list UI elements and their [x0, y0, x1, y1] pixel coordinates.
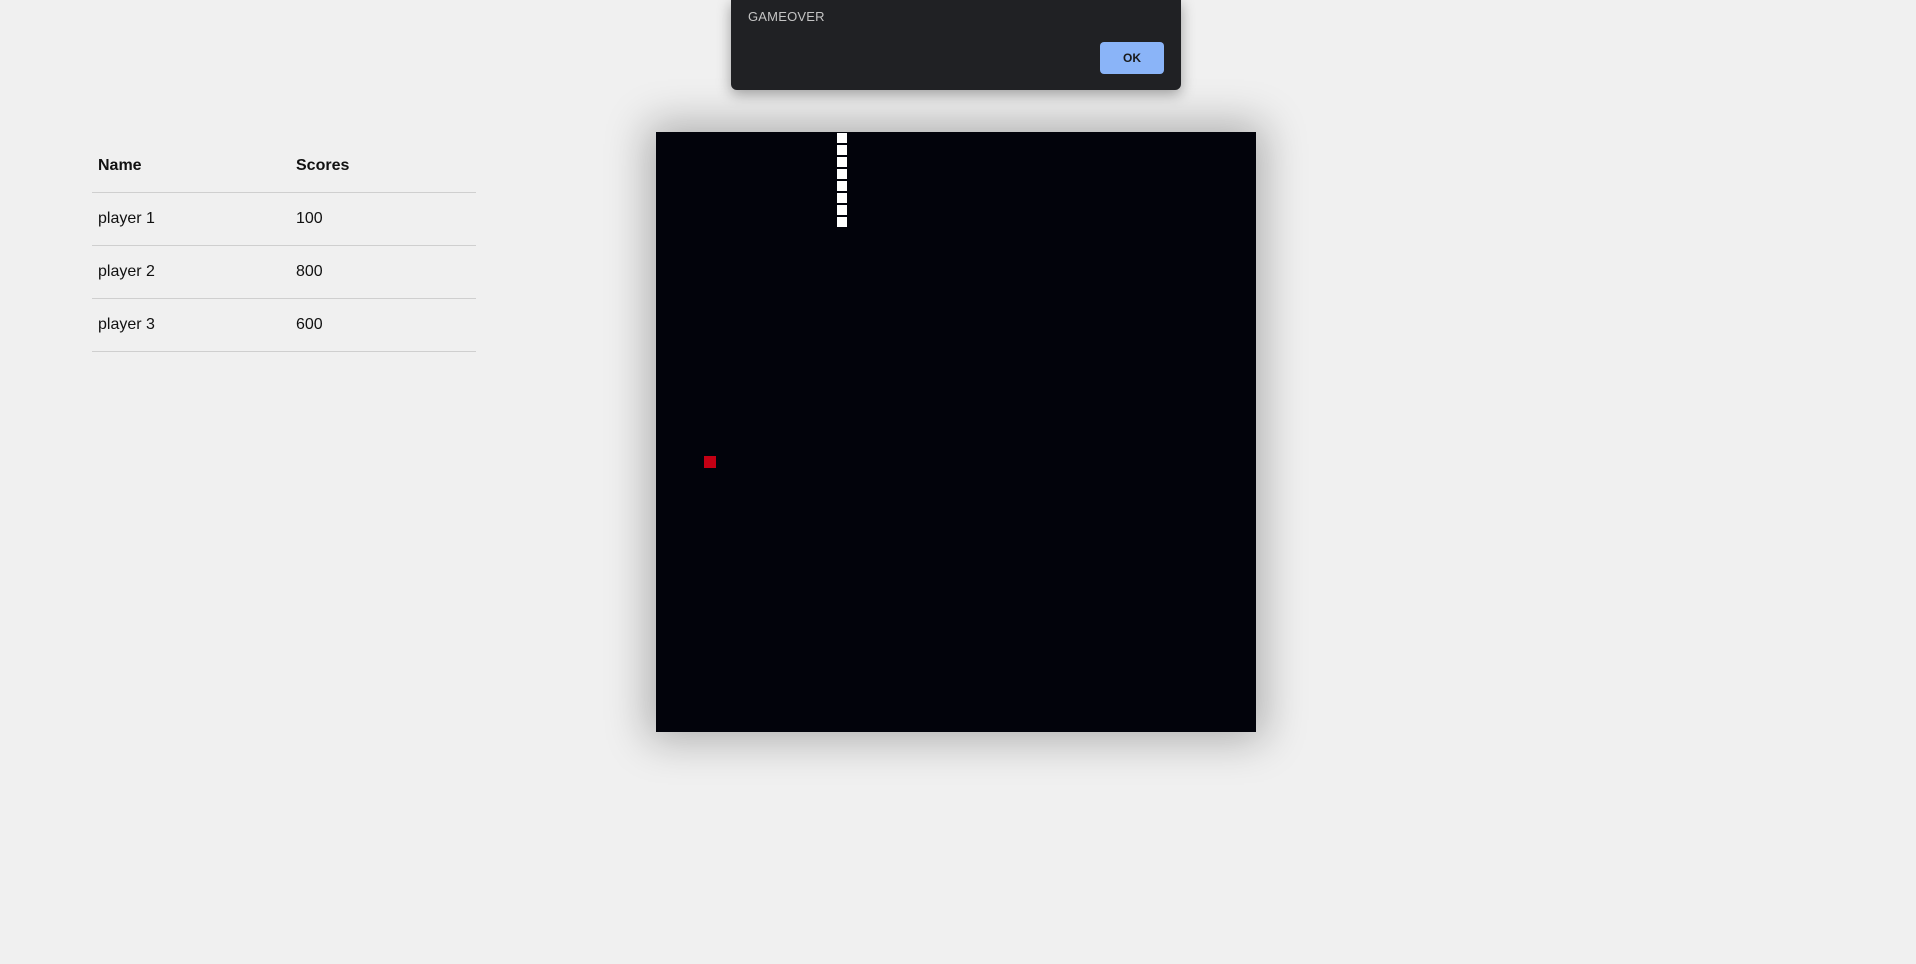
snake-segment — [837, 193, 847, 203]
player-score-cell: 100 — [290, 192, 476, 246]
scores-table: Name Scores player 1 100 player 2 800 pl… — [92, 140, 476, 352]
alert-dialog: GAMEOVER OK — [731, 0, 1181, 90]
game-board[interactable] — [656, 132, 1256, 732]
snake-head — [837, 133, 847, 143]
game-canvas[interactable] — [656, 132, 1256, 732]
snake-segment — [837, 145, 847, 155]
table-header-row: Name Scores — [92, 140, 476, 193]
table-row: player 1 100 — [92, 192, 476, 246]
player-score-cell: 600 — [290, 298, 476, 352]
player-name-cell: player 1 — [92, 192, 290, 246]
snake-segment — [837, 205, 847, 215]
ok-button[interactable]: OK — [1100, 42, 1164, 74]
snake-segment — [837, 169, 847, 179]
snake-segment — [837, 217, 847, 227]
player-name-cell: player 3 — [92, 298, 290, 352]
table-row: player 2 800 — [92, 245, 476, 299]
food-item — [704, 456, 716, 468]
page: Name Scores player 1 100 player 2 800 pl… — [0, 0, 1916, 964]
snake-segment — [837, 181, 847, 191]
player-score-cell: 800 — [290, 245, 476, 299]
table-row: player 3 600 — [92, 298, 476, 352]
snake-segment — [837, 157, 847, 167]
column-header-name: Name — [92, 140, 290, 193]
column-header-scores: Scores — [290, 140, 476, 193]
player-name-cell: player 2 — [92, 245, 290, 299]
dialog-message: GAMEOVER — [748, 9, 825, 24]
